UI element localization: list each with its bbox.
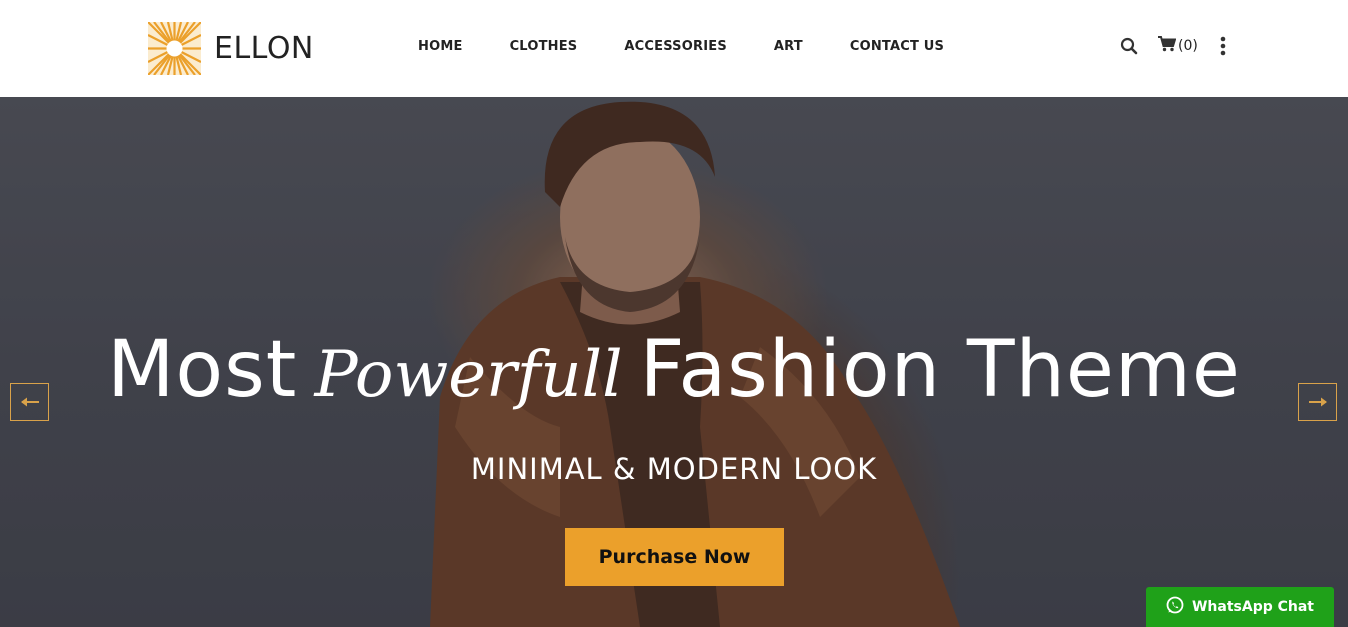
cart-count: (0) (1178, 38, 1198, 54)
nav-item-accessories[interactable]: ACCESSORIES (624, 39, 727, 54)
more-vertical-icon[interactable] (1220, 36, 1226, 56)
slider-prev-button[interactable] (10, 383, 49, 421)
hero-subheadline: MINIMAL & MODERN LOOK (470, 452, 878, 486)
search-icon[interactable] (1120, 37, 1138, 55)
hero-headline: Most Powerfull Fashion Theme (0, 325, 1348, 415)
main-nav: HOME CLOTHES ACCESSORIES ART CONTACT US (418, 39, 991, 54)
whatsapp-icon (1166, 596, 1192, 618)
nav-item-contact-us[interactable]: CONTACT US (850, 39, 944, 54)
cart-button[interactable]: (0) (1158, 36, 1198, 56)
nav-item-art[interactable]: ART (774, 39, 803, 54)
slider-next-button[interactable] (1298, 383, 1337, 421)
nav-item-clothes[interactable]: CLOTHES (510, 39, 578, 54)
nav-item-home[interactable]: HOME (418, 39, 463, 54)
arrow-right-icon (1308, 393, 1328, 412)
whatsapp-label: WhatsApp Chat (1191, 599, 1314, 615)
site-header: ELLON HOME CLOTHES ACCESSORIES ART CONTA… (0, 0, 1348, 97)
header-tools: (0) (1120, 36, 1226, 56)
hero-slider: Most Powerfull Fashion Theme MINIMAL & M… (0, 97, 1348, 627)
arrow-left-icon (20, 393, 40, 412)
brand-logo[interactable]: ELLON (148, 22, 314, 75)
headline-word-fashion-theme: Fashion Theme (639, 325, 1241, 415)
cart-icon (1158, 36, 1177, 56)
sunburst-logo-icon (148, 22, 201, 75)
whatsapp-chat-button[interactable]: WhatsApp Chat (1146, 587, 1334, 627)
headline-word-most: Most (107, 325, 298, 415)
purchase-now-button[interactable]: Purchase Now (565, 528, 784, 586)
headline-script-word: Powerfull (314, 338, 623, 412)
brand-name: ELLON (214, 31, 314, 66)
